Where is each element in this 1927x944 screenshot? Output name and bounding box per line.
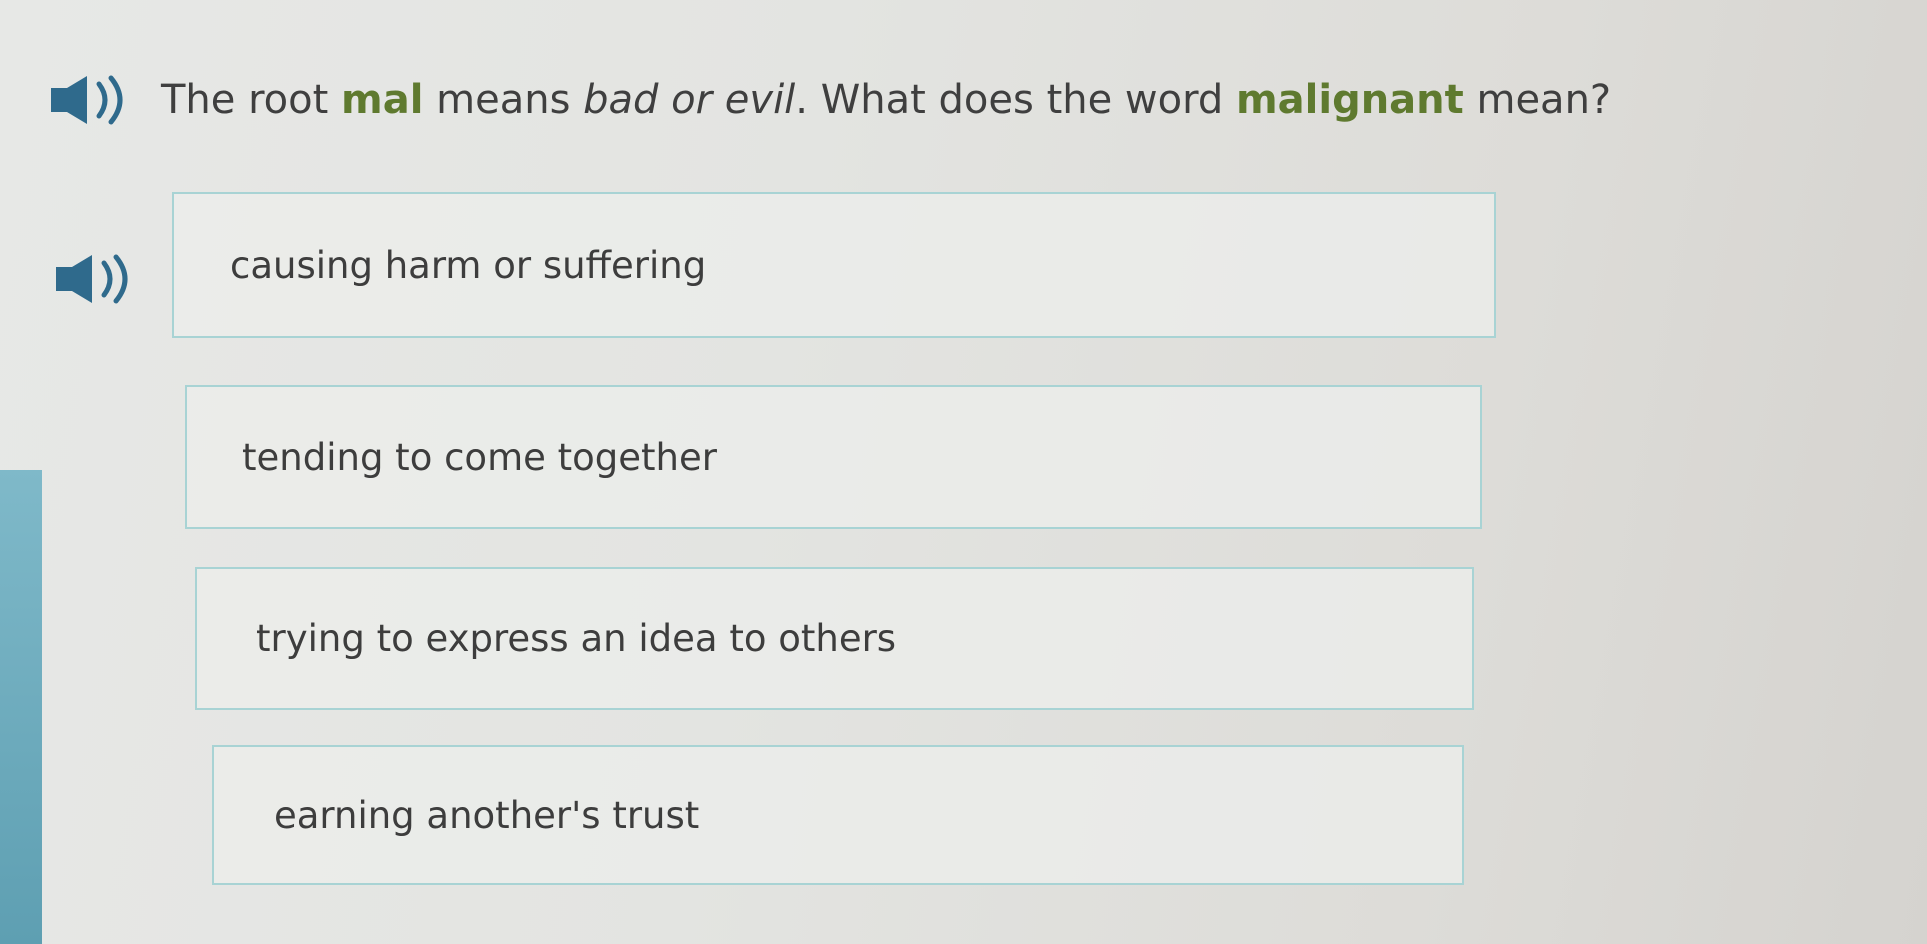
answer-choice-label: trying to express an idea to others	[256, 617, 897, 660]
speaker-icon	[56, 254, 128, 304]
answer-choices: causing harm or suffering tending to com…	[0, 0, 1927, 944]
answer-choice-4[interactable]: earning another's trust	[212, 745, 1464, 885]
answer-choice-2[interactable]: tending to come together	[185, 385, 1482, 529]
answer-choice-1[interactable]: causing harm or suffering	[172, 192, 1496, 338]
answer-choice-label: causing harm or suffering	[230, 243, 707, 287]
answer-choice-label: earning another's trust	[274, 793, 700, 837]
choice-audio-button[interactable]	[50, 253, 142, 305]
answer-choice-3[interactable]: trying to express an idea to others	[195, 567, 1474, 710]
answer-choice-label: tending to come together	[242, 435, 717, 479]
